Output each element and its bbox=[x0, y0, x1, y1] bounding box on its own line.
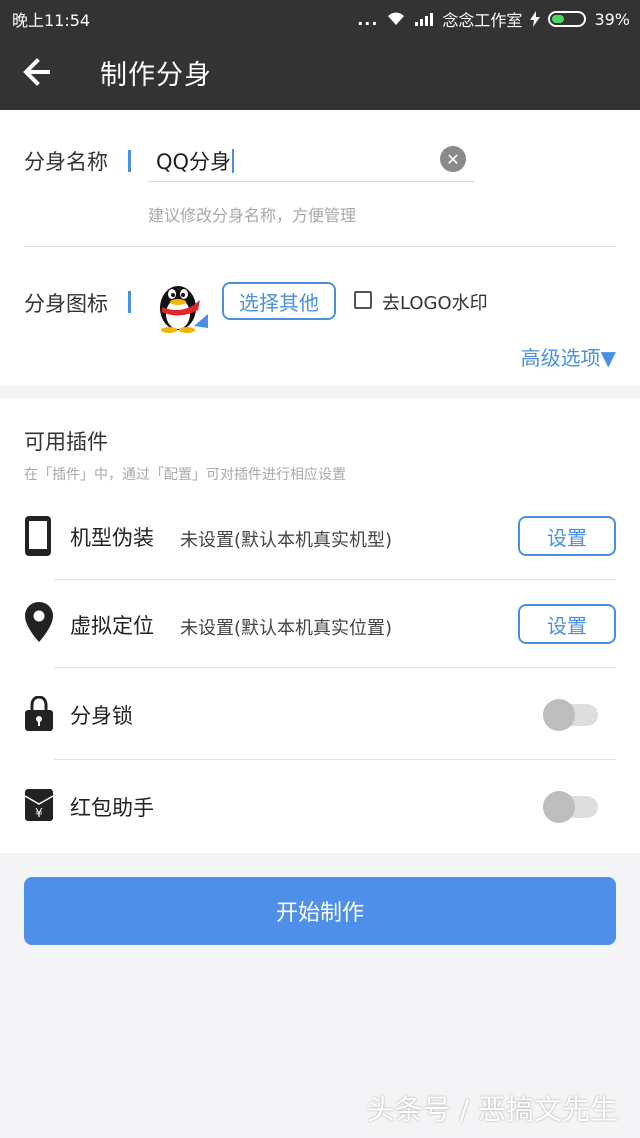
plugin-label: 虚拟定位 bbox=[70, 614, 154, 638]
name-field-label: 分身名称 bbox=[24, 150, 108, 174]
divider bbox=[54, 667, 616, 668]
plugins-title: 可用插件 bbox=[24, 430, 108, 454]
app-bar: 制作分身 bbox=[0, 34, 640, 110]
text-caret bbox=[232, 149, 235, 173]
choose-other-icon-button[interactable]: 选择其他 bbox=[222, 282, 336, 320]
plugin-label: 分身锁 bbox=[70, 704, 133, 728]
virtual-location-settings-button[interactable]: 设置 bbox=[518, 604, 616, 644]
clone-settings-card: 分身名称 QQ分身 ✕ 建议修改分身名称，方便管理 分身图标 选择其他 去LOG… bbox=[0, 110, 640, 386]
plugin-status: 未设置(默认本机真实位置) bbox=[180, 618, 393, 639]
page-title: 制作分身 bbox=[100, 60, 212, 91]
plugin-label: 机型伪装 bbox=[70, 526, 154, 550]
icon-field-label: 分身图标 bbox=[24, 292, 108, 316]
divider bbox=[24, 246, 616, 247]
label-separator bbox=[128, 291, 131, 313]
toggle-knob bbox=[543, 791, 575, 823]
plugin-row-clone-lock: 分身锁 bbox=[0, 686, 640, 754]
name-hint: 建议修改分身名称，方便管理 bbox=[148, 206, 357, 225]
plugin-row-red-envelope: ¥ 红包助手 bbox=[0, 778, 640, 846]
divider bbox=[54, 579, 616, 580]
battery-icon bbox=[548, 11, 587, 27]
clear-input-button[interactable]: ✕ bbox=[440, 146, 466, 172]
charging-bolt-icon bbox=[530, 11, 541, 27]
watermark: 头条号 / 恶搞文先生 bbox=[366, 1093, 618, 1126]
divider bbox=[54, 759, 616, 760]
qq-penguin-icon bbox=[160, 286, 208, 333]
lock-icon bbox=[25, 696, 53, 731]
remove-logo-checkbox[interactable] bbox=[354, 291, 372, 309]
status-bar: 晚上11:54 ... 念念工作室 39% bbox=[0, 0, 640, 34]
clone-name-value[interactable]: QQ分身 bbox=[156, 146, 235, 176]
clone-lock-toggle[interactable] bbox=[543, 699, 598, 731]
phone-icon bbox=[25, 516, 51, 556]
status-indicators: ... 念念工作室 39% bbox=[357, 7, 630, 31]
location-pin-icon bbox=[25, 602, 53, 642]
status-time: 晚上11:54 bbox=[12, 11, 91, 30]
label-separator bbox=[128, 150, 131, 172]
plugin-status: 未设置(默认本机真实机型) bbox=[180, 530, 393, 551]
svg-text:¥: ¥ bbox=[35, 806, 43, 820]
close-icon: ✕ bbox=[446, 149, 460, 169]
plugins-card: 可用插件 在「插件」中，通过「配置」可对插件进行相应设置 机型伪装 未设置(默认… bbox=[0, 398, 640, 853]
red-envelope-helper-toggle[interactable] bbox=[543, 791, 598, 823]
arrow-left-icon bbox=[23, 58, 50, 86]
plugin-row-virtual-location: 虚拟定位 未设置(默认本机真实位置) 设置 bbox=[0, 598, 640, 666]
device-disguise-settings-button[interactable]: 设置 bbox=[518, 516, 616, 556]
cellular-signal-icon bbox=[415, 13, 434, 26]
plugin-label: 红包助手 bbox=[70, 796, 154, 820]
toggle-knob bbox=[543, 699, 575, 731]
back-button[interactable] bbox=[18, 52, 58, 92]
start-creating-button[interactable]: 开始制作 bbox=[24, 877, 616, 945]
plugin-row-device-disguise: 机型伪装 未设置(默认本机真实机型) 设置 bbox=[0, 510, 640, 578]
plugins-hint: 在「插件」中，通过「配置」可对插件进行相应设置 bbox=[24, 467, 346, 483]
carrier-name: 念念工作室 bbox=[442, 11, 523, 30]
remove-logo-label[interactable]: 去LOGO水印 bbox=[382, 289, 488, 315]
battery-percent: 39% bbox=[594, 9, 630, 29]
red-envelope-icon: ¥ bbox=[24, 789, 54, 821]
advanced-options-link[interactable]: 高级选项▼ bbox=[521, 342, 616, 371]
more-dots-icon: ... bbox=[357, 9, 379, 29]
clone-name-input[interactable]: QQ分身 ✕ bbox=[148, 136, 474, 182]
wifi-icon bbox=[388, 12, 405, 25]
